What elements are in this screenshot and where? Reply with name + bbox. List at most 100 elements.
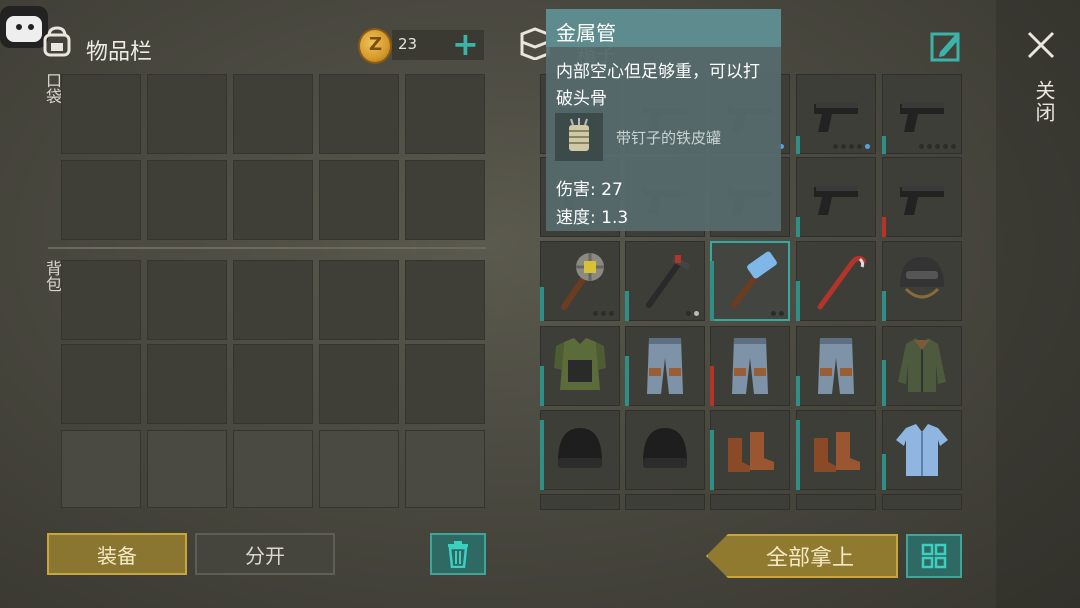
durability-bar bbox=[882, 454, 886, 490]
sledgehammer-icon bbox=[731, 251, 777, 308]
box-slot[interactable] bbox=[710, 494, 790, 510]
box-slot[interactable] bbox=[796, 157, 876, 237]
pocket-slot[interactable] bbox=[61, 74, 141, 154]
box-slot[interactable] bbox=[882, 74, 962, 154]
pocket-slot[interactable] bbox=[319, 74, 399, 154]
box-slot[interactable] bbox=[882, 157, 962, 237]
box-slot[interactable] bbox=[796, 494, 876, 510]
helmet-icon bbox=[900, 257, 944, 299]
split-button[interactable]: 分开 bbox=[195, 533, 335, 575]
box-slot[interactable] bbox=[710, 410, 790, 490]
speed-stat: 速度: 1.3 bbox=[556, 208, 629, 228]
durability-bar bbox=[882, 291, 886, 321]
pocket-slot[interactable] bbox=[319, 160, 399, 240]
pistol-icon bbox=[900, 185, 944, 215]
backpack-slot[interactable] bbox=[233, 430, 313, 508]
pocket-slot[interactable] bbox=[61, 160, 141, 240]
backpack-icon bbox=[43, 26, 71, 57]
crowbar-hammer-icon bbox=[646, 255, 691, 308]
charge-dots bbox=[919, 144, 956, 149]
backpack-slot[interactable] bbox=[405, 260, 485, 340]
durability-bar bbox=[625, 356, 629, 406]
ingredient-icon bbox=[555, 113, 603, 161]
crowbar-icon bbox=[817, 255, 866, 310]
backpack-slot[interactable] bbox=[61, 344, 141, 424]
equip-button[interactable]: 装备 bbox=[47, 533, 187, 575]
pocket-slot[interactable] bbox=[147, 160, 227, 240]
jacket-icon bbox=[898, 338, 946, 392]
pocket-slot[interactable] bbox=[233, 160, 313, 240]
backpack-slot[interactable] bbox=[405, 344, 485, 424]
durability-bar bbox=[796, 217, 800, 237]
box-slot[interactable] bbox=[540, 410, 620, 490]
durability-bar bbox=[625, 291, 629, 321]
durability-bar bbox=[882, 136, 886, 154]
durability-bar bbox=[882, 217, 886, 237]
durability-bar bbox=[540, 366, 544, 406]
backpack-slot[interactable] bbox=[61, 260, 141, 340]
box-slot[interactable] bbox=[710, 326, 790, 406]
box-slot[interactable] bbox=[796, 241, 876, 321]
backpack-slot[interactable] bbox=[233, 344, 313, 424]
armor-vest-icon bbox=[554, 338, 606, 390]
trash-icon bbox=[448, 541, 468, 568]
box-slot[interactable] bbox=[625, 241, 705, 321]
durability-bar bbox=[710, 430, 714, 490]
backpack-slot[interactable] bbox=[61, 430, 141, 508]
jeans-icon bbox=[818, 338, 854, 394]
durability-bar bbox=[710, 261, 714, 321]
add-coins-button[interactable]: + bbox=[452, 28, 479, 60]
backpack-slot[interactable] bbox=[405, 430, 485, 508]
box-slot[interactable] bbox=[625, 326, 705, 406]
close-icon[interactable] bbox=[1026, 30, 1056, 60]
pocket-slot[interactable] bbox=[147, 74, 227, 154]
box-slot[interactable] bbox=[882, 494, 962, 510]
box-slot[interactable] bbox=[540, 241, 620, 321]
boots-icon bbox=[728, 432, 774, 472]
pocket-slot[interactable] bbox=[233, 74, 313, 154]
charge-dots bbox=[686, 311, 699, 316]
tooltip-header: 金属管 bbox=[546, 9, 781, 47]
box-slot[interactable] bbox=[796, 74, 876, 154]
ingredient-label: 带钉子的铁皮罐 bbox=[616, 129, 722, 147]
box-slot[interactable] bbox=[882, 241, 962, 321]
box-slot[interactable] bbox=[882, 410, 962, 490]
coin-count: 23 bbox=[398, 35, 418, 53]
backpack-slot[interactable] bbox=[319, 260, 399, 340]
pistol-icon bbox=[814, 185, 858, 215]
backpack-slot[interactable] bbox=[147, 260, 227, 340]
pistol-icon bbox=[814, 102, 858, 132]
pocket-slot[interactable] bbox=[405, 160, 485, 240]
beanie-icon bbox=[643, 428, 687, 468]
jeans-icon bbox=[647, 338, 683, 394]
box-slot[interactable] bbox=[540, 326, 620, 406]
backpack-slot[interactable] bbox=[147, 430, 227, 508]
box-slot[interactable] bbox=[540, 494, 620, 510]
trash-button[interactable] bbox=[430, 533, 486, 575]
backpack-slot[interactable] bbox=[147, 344, 227, 424]
box-slot[interactable] bbox=[625, 410, 705, 490]
shirt-icon bbox=[896, 424, 948, 476]
box-slot[interactable] bbox=[796, 410, 876, 490]
take-all-button[interactable]: 全部拿上 bbox=[706, 534, 898, 578]
durability-bar bbox=[882, 360, 886, 406]
box-slot[interactable] bbox=[796, 326, 876, 406]
jeans-icon bbox=[732, 338, 768, 394]
durability-bar bbox=[796, 281, 800, 321]
box-slot[interactable] bbox=[625, 494, 705, 510]
charge-dots bbox=[833, 144, 870, 149]
durability-bar bbox=[710, 366, 714, 406]
grid-view-button[interactable] bbox=[906, 534, 962, 578]
box-slot[interactable] bbox=[710, 241, 790, 321]
charge-dots bbox=[771, 311, 784, 316]
backpack-slot[interactable] bbox=[319, 344, 399, 424]
durability-bar bbox=[540, 420, 544, 490]
box-slot[interactable] bbox=[882, 326, 962, 406]
close-label[interactable]: 关闭 bbox=[1030, 80, 1059, 124]
pocket-slot[interactable] bbox=[405, 74, 485, 154]
backpack-slot[interactable] bbox=[319, 430, 399, 508]
coin-icon: Z bbox=[358, 28, 392, 64]
grid-icon bbox=[921, 543, 947, 569]
backpack-slot[interactable] bbox=[233, 260, 313, 340]
edit-icon[interactable] bbox=[930, 30, 962, 62]
